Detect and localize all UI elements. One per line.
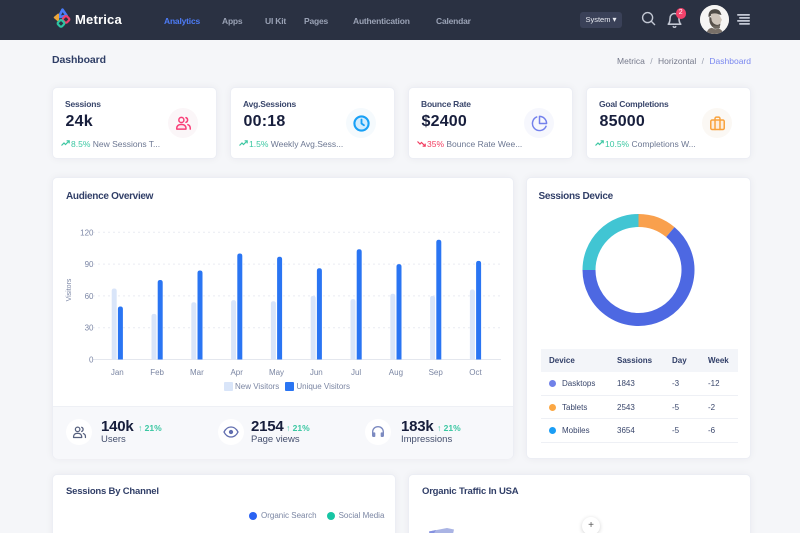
svg-text:30: 30 [85, 324, 94, 333]
svg-text:Mar: Mar [190, 368, 204, 377]
svg-text:Sep: Sep [429, 368, 444, 377]
svg-text:Aug: Aug [389, 368, 403, 377]
svg-text:Jul: Jul [351, 368, 361, 377]
svg-text:0: 0 [89, 356, 94, 365]
svg-text:Apr: Apr [230, 368, 243, 377]
svg-text:Feb: Feb [150, 368, 164, 377]
svg-text:90: 90 [85, 260, 94, 269]
svg-text:120: 120 [80, 228, 94, 237]
svg-text:May: May [269, 368, 284, 377]
svg-text:Jan: Jan [111, 368, 124, 377]
svg-text:Oct: Oct [469, 368, 482, 377]
svg-text:60: 60 [85, 292, 94, 301]
svg-text:Visitors: Visitors [66, 278, 73, 301]
svg-text:Jun: Jun [310, 368, 323, 377]
